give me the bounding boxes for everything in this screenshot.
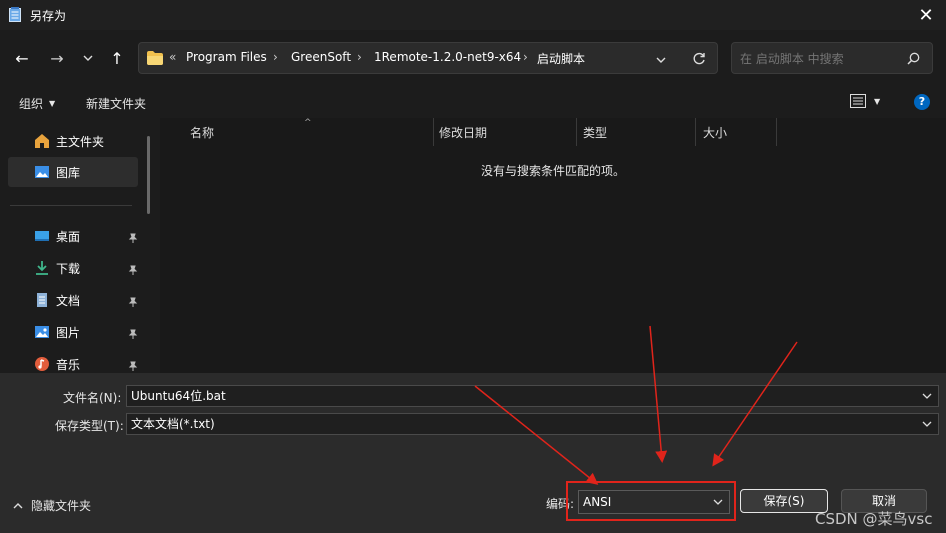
annotation-arrow [712,341,798,467]
annotation-arrows [474,325,798,485]
watermark: CSDN @菜鸟vsc [815,510,933,528]
annotation-arrow [474,385,599,485]
annotation-arrow [649,325,668,463]
